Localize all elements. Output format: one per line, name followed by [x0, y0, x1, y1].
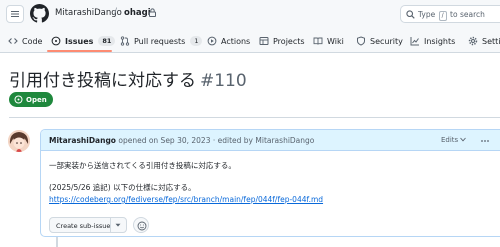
- tab-security-label: Security: [370, 36, 403, 46]
- search-prefix: Type: [418, 10, 436, 19]
- tab-projects[interactable]: Projects: [259, 34, 305, 48]
- issue-opened-icon: [51, 36, 61, 46]
- avatar[interactable]: [8, 130, 30, 152]
- tab-insights-label: Insights: [424, 36, 456, 46]
- tab-insights[interactable]: Insights: [410, 34, 455, 48]
- graph-icon: [410, 37, 419, 46]
- breadcrumb-owner[interactable]: MitarashiDango: [55, 8, 122, 18]
- hamburger-icon: [11, 11, 19, 17]
- tab-security[interactable]: Security: [356, 34, 403, 48]
- chevron-down-icon: [460, 137, 467, 142]
- comment-meta: MitarashiDango opened on Sep 30, 2023 · …: [49, 136, 314, 145]
- pull-requests-count-badge: 1: [190, 36, 203, 46]
- chevron-down-icon[interactable]: [115, 223, 121, 228]
- tab-settings[interactable]: Settings: [468, 34, 500, 48]
- button-split-divider: [110, 218, 111, 232]
- search-shortcut-key: /: [438, 11, 447, 21]
- tab-settings-label: Settings: [482, 36, 500, 46]
- comment-author-link[interactable]: MitarashiDango: [49, 136, 116, 145]
- issue-opened-icon: [14, 95, 23, 104]
- code-icon: [8, 38, 18, 44]
- issue-comment: MitarashiDango opened on Sep 30, 2023 · …: [40, 129, 500, 237]
- global-header: MitarashiDango / ohagi Type / to search: [0, 0, 500, 28]
- tab-issues-label: Issues: [65, 36, 94, 46]
- git-pull-request-icon: [120, 36, 130, 46]
- comment-text-line: (2025/5/26 追記) 以下の仕様に対応する。: [49, 183, 196, 192]
- tab-pull-requests[interactable]: Pull requests 1: [120, 34, 203, 48]
- issue-number: #110: [200, 71, 247, 91]
- shield-icon: [357, 36, 365, 46]
- title-divider: [9, 117, 500, 118]
- search-icon: [406, 10, 415, 19]
- edits-dropdown[interactable]: Edits: [441, 136, 467, 144]
- tab-issues[interactable]: Issues 81: [51, 34, 116, 48]
- comment-opened-date[interactable]: opened on Sep 30, 2023: [118, 136, 210, 145]
- book-icon: [313, 37, 323, 45]
- search-placeholder: Type / to search: [418, 10, 485, 21]
- tab-pull-requests-label: Pull requests: [134, 36, 186, 46]
- comment-header: MitarashiDango opened on Sep 30, 2023 · …: [41, 130, 500, 151]
- issue-state-badge: Open: [9, 92, 53, 107]
- create-sub-issue-button[interactable]: Create sub-issue: [49, 217, 127, 233]
- add-reaction-button[interactable]: [133, 217, 149, 233]
- menu-button[interactable]: [6, 5, 24, 23]
- tab-actions-label: Actions: [221, 36, 251, 46]
- breadcrumb-repo[interactable]: ohagi: [124, 8, 151, 18]
- issue-state-label: Open: [26, 95, 47, 104]
- tab-code[interactable]: Code: [8, 34, 42, 48]
- issues-count-badge: 81: [98, 36, 116, 46]
- edits-label: Edits: [441, 136, 459, 144]
- spec-link[interactable]: https://codeberg.org/fediverse/fep/src/b…: [49, 195, 323, 204]
- issue-title-text: 引用付き投稿に対応する: [9, 71, 196, 91]
- tab-code-label: Code: [22, 36, 43, 46]
- active-tab-underline: [47, 50, 112, 52]
- tab-wiki-label: Wiki: [327, 36, 344, 46]
- avatar-image: [8, 130, 30, 152]
- lock-icon: [149, 8, 156, 17]
- comment-text-line: 一部実装から送信されてくる引用付き投稿に対応する。: [49, 161, 236, 170]
- search-input[interactable]: Type / to search: [400, 5, 500, 23]
- smiley-icon: [137, 221, 146, 230]
- github-logo-icon[interactable]: [30, 4, 49, 23]
- tab-projects-label: Projects: [273, 36, 305, 46]
- kebab-horizontal-icon[interactable]: [480, 136, 490, 146]
- issue-title: 引用付き投稿に対応する #110: [9, 66, 247, 91]
- comment-edited-note[interactable]: · edited by MitarashiDango: [213, 136, 315, 145]
- table-icon: [259, 37, 269, 45]
- create-sub-issue-label: Create sub-issue: [56, 222, 111, 230]
- tab-wiki[interactable]: Wiki: [313, 34, 344, 48]
- gear-icon: [468, 36, 478, 46]
- breadcrumb-separator: /: [114, 7, 118, 17]
- play-icon: [207, 36, 217, 46]
- tab-actions[interactable]: Actions: [207, 34, 250, 48]
- search-suffix: to search: [450, 10, 485, 19]
